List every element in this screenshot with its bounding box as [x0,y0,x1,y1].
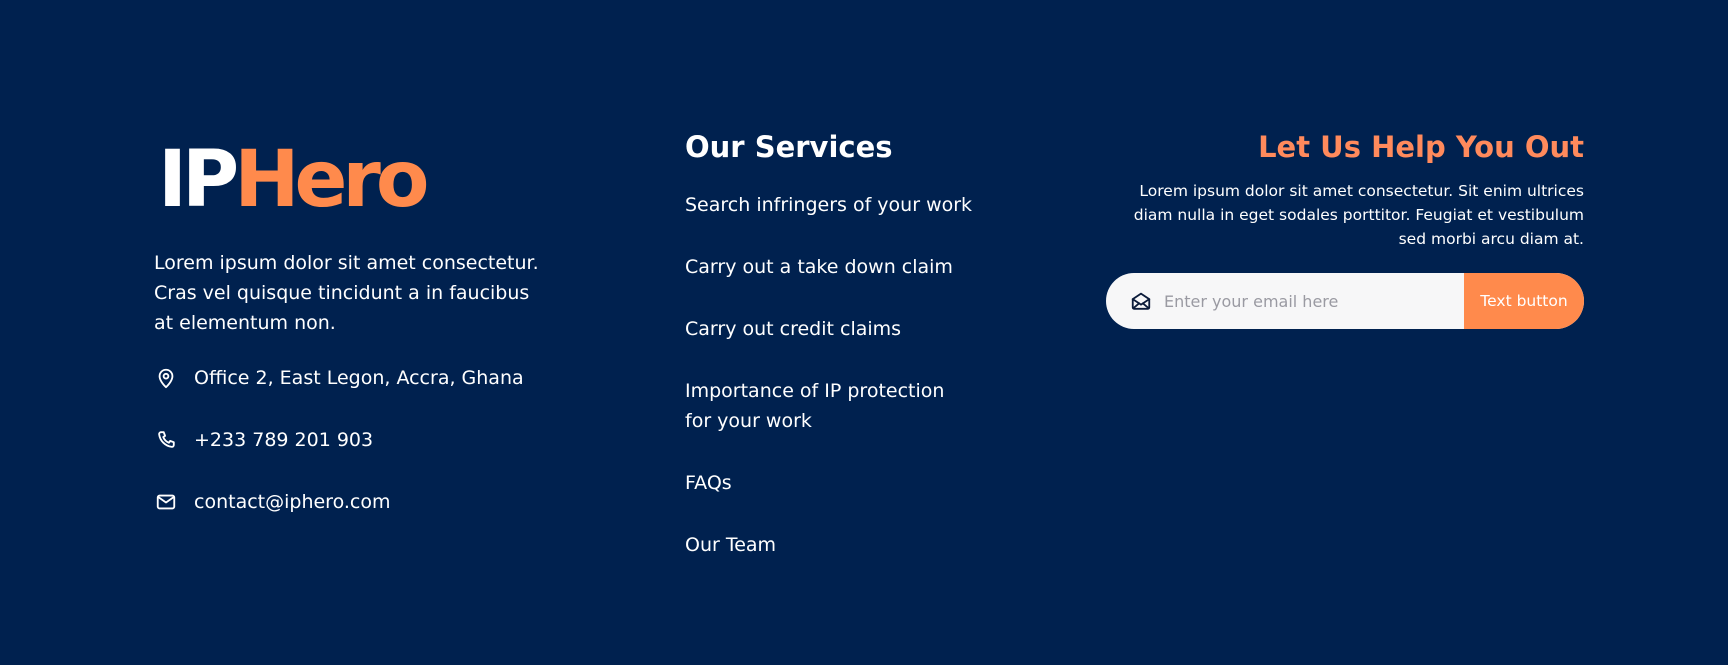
service-link-take-down-claim[interactable]: Carry out a take down claim [685,252,975,282]
iphero-logo[interactable]: IP Hero [158,140,554,220]
newsletter-form: Text button [1106,273,1584,329]
site-footer: IP Hero Lorem ipsum dolor sit amet conse… [0,0,1728,665]
map-pin-icon [154,366,178,390]
logo-text-hero: Hero [234,135,429,225]
open-envelope-icon [1130,290,1152,312]
contact-address-text: Office 2, East Legon, Accra, Ghana [194,367,524,389]
contact-address: Office 2, East Legon, Accra, Ghana [154,363,554,393]
service-link-our-team[interactable]: Our Team [685,530,975,560]
email-input[interactable] [1164,291,1444,311]
contact-phone-text: +233 789 201 903 [194,429,374,451]
email-field-wrapper[interactable] [1106,273,1464,329]
brand-column: IP Hero Lorem ipsum dolor sit amet conse… [154,140,554,549]
logo-text-ip: IP [158,135,239,225]
contact-phone[interactable]: +233 789 201 903 [154,425,554,455]
subscribe-button[interactable]: Text button [1464,273,1584,329]
contact-email-text: contact@iphero.com [194,491,391,513]
services-list: Search infringers of your work Carry out… [685,190,975,560]
service-link-faqs[interactable]: FAQs [685,468,975,498]
contact-list: Office 2, East Legon, Accra, Ghana +233 … [154,363,554,517]
service-link-search-infringers[interactable]: Search infringers of your work [685,190,975,220]
help-title: Let Us Help You Out [1258,130,1584,164]
help-column: Let Us Help You Out Lorem ipsum dolor si… [1104,128,1584,329]
service-link-ip-protection[interactable]: Importance of IP protection for your wor… [685,376,975,436]
services-title: Our Services [685,130,893,164]
contact-email[interactable]: contact@iphero.com [154,487,554,517]
help-description: Lorem ipsum dolor sit amet consectetur. … [1133,182,1584,248]
mail-icon [154,490,178,514]
services-column: Our Services Search infringers of your w… [685,128,975,592]
phone-icon [154,428,178,452]
service-link-credit-claims[interactable]: Carry out credit claims [685,314,975,344]
brand-description: Lorem ipsum dolor sit amet consectetur. … [154,252,539,334]
